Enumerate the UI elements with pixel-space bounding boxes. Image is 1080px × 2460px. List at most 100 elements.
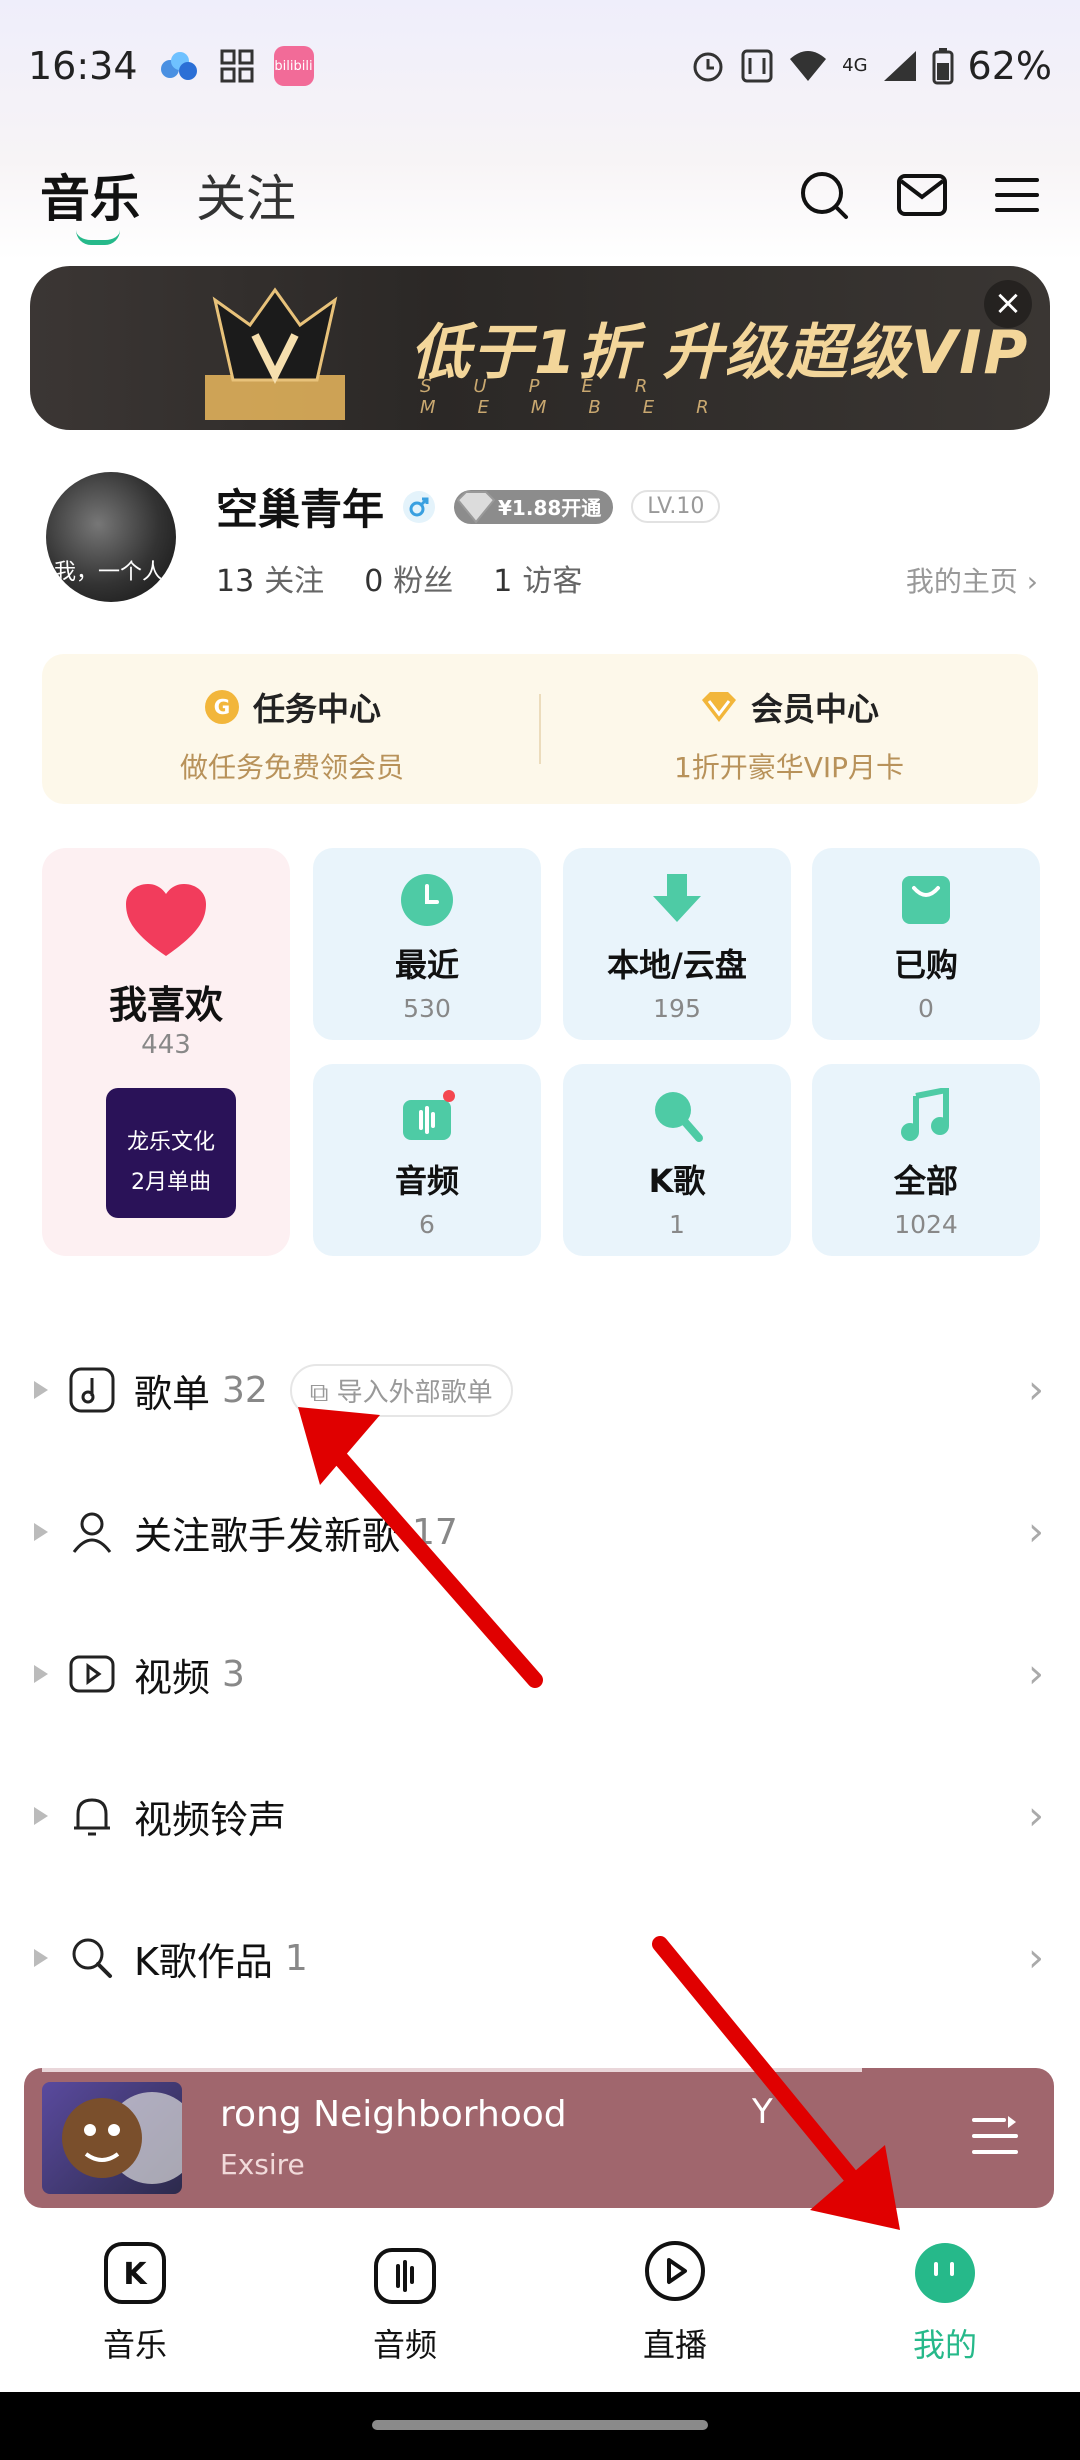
expand-triangle-icon[interactable] — [34, 1381, 48, 1399]
bottom-nav-audio[interactable]: 音频 — [270, 2232, 540, 2392]
grid-local-cloud[interactable]: 本地/云盘 195 — [563, 848, 791, 1040]
mini-player[interactable]: rong Neighborhood Exsire Y — [24, 2068, 1054, 2208]
favorites-title: 我喜欢 — [108, 983, 223, 1027]
avatar-caption: 我，一个人 — [54, 560, 165, 585]
banner-subtitle: SUPER MEMBER — [420, 376, 751, 418]
coin-icon: G — [204, 690, 239, 724]
svg-text:G: G — [214, 695, 230, 719]
playback-progress — [42, 2068, 862, 2072]
radio-icon — [403, 1090, 455, 1140]
bottom-nav-mine[interactable]: 我的 — [810, 2232, 1080, 2392]
task-center[interactable]: G 任务中心 做任务免费领会员 — [72, 684, 512, 786]
bell-icon — [74, 1798, 110, 1836]
search-icon[interactable] — [798, 169, 850, 221]
track-title: rong Neighborhood — [220, 2094, 567, 2135]
download-icon — [653, 874, 701, 922]
mine-face-icon — [915, 2243, 975, 2303]
member-center[interactable]: 会员中心 1折开豪华VIP月卡 — [569, 684, 1009, 786]
bottom-nav-music[interactable]: K 音乐 — [0, 2232, 270, 2392]
favorites-card[interactable]: 我喜欢 443 龙乐文化 2月单曲 — [42, 848, 290, 1256]
playlist-queue-icon[interactable] — [972, 2114, 1018, 2158]
svg-text:K: K — [123, 2257, 148, 2292]
grid-all[interactable]: 全部 1024 — [812, 1064, 1040, 1256]
clock-icon — [401, 874, 453, 926]
chevron-right-icon: › — [1028, 1793, 1044, 1839]
top-nav: 音乐 关注 — [40, 150, 1040, 245]
tab-follow[interactable]: 关注 — [196, 159, 296, 231]
expand-triangle-icon[interactable] — [34, 1665, 48, 1683]
expand-triangle-icon[interactable] — [34, 1807, 48, 1825]
list-item-video-ringtones[interactable]: 视频铃声 › — [34, 1776, 1044, 1856]
expand-triangle-icon[interactable] — [34, 1523, 48, 1541]
grid-karaoke[interactable]: K歌 1 — [563, 1064, 791, 1256]
grid-audio[interactable]: 音频 6 — [313, 1064, 541, 1256]
expand-triangle-icon[interactable] — [34, 1949, 48, 1967]
person-icon — [72, 1512, 112, 1553]
cloud-app-icon — [160, 52, 197, 80]
shopping-bag-icon — [902, 876, 950, 924]
playlist-icon — [69, 1367, 115, 1413]
import-playlist-button[interactable]: ⧉ 导入外部歌单 — [289, 1363, 513, 1417]
menu-icon[interactable] — [994, 175, 1040, 215]
chevron-right-icon: › — [1028, 1509, 1044, 1555]
track-artist: Exsire — [220, 2148, 305, 2181]
my-homepage-link[interactable]: 我的主页 › — [906, 560, 1038, 600]
diamond-icon — [456, 490, 496, 524]
list-item-karaoke-works[interactable]: K歌作品 1 › — [34, 1918, 1044, 1998]
status-time: 16:34 — [28, 44, 138, 88]
crown-icon — [205, 287, 345, 420]
profile-stats: 13 关注 0 粉丝 1 访客 — [216, 556, 582, 600]
music-note-icon — [901, 1086, 949, 1141]
video-icon — [69, 1655, 115, 1693]
diamond-icon — [701, 692, 736, 722]
network-type: 4G — [842, 55, 868, 76]
heart-icon — [126, 884, 206, 956]
bilibili-app-icon: bilibili — [273, 46, 314, 86]
nfc-icon — [741, 49, 773, 83]
music-k-icon: K — [104, 2242, 166, 2304]
album-art[interactable] — [42, 2082, 198, 2194]
bottom-nav-live[interactable]: 直播 — [540, 2232, 810, 2392]
list-item-playlists[interactable]: 歌单 32 ⧉ 导入外部歌单 › — [34, 1350, 1044, 1430]
mail-icon[interactable] — [896, 173, 948, 217]
microphone-icon — [655, 1092, 703, 1142]
banner-close-button[interactable]: × — [984, 280, 1032, 328]
list-item-videos[interactable]: 视频 3 › — [34, 1634, 1044, 1714]
profile-header: 空巢青年 ¥1.88开通 LV.10 — [216, 476, 721, 537]
visitors-stat[interactable]: 1 访客 — [493, 556, 582, 600]
chevron-right-icon: › — [1028, 1651, 1044, 1697]
chevron-right-icon: › — [1028, 1935, 1044, 1981]
vip-banner[interactable]: 低于1折 升级超级VIP SUPER MEMBER × — [30, 266, 1050, 430]
track-extra: Y — [752, 2092, 773, 2132]
home-indicator[interactable] — [372, 2420, 708, 2430]
bottom-nav: K 音乐 音频 直播 我的 — [0, 2232, 1080, 2392]
battery-level: 62% — [967, 44, 1052, 88]
following-stat[interactable]: 13 关注 — [216, 556, 324, 600]
favorites-count: 443 — [141, 1030, 191, 1060]
vip-open-badge[interactable]: ¥1.88开通 — [454, 489, 614, 524]
fans-stat[interactable]: 0 粉丝 — [364, 556, 453, 600]
audio-radio-icon — [374, 2248, 436, 2304]
male-gender-icon — [403, 490, 436, 523]
grid-purchased[interactable]: 已购 0 — [812, 848, 1040, 1040]
alarm-icon — [693, 52, 723, 82]
battery-icon — [932, 48, 954, 85]
favorites-promo[interactable]: 龙乐文化 2月单曲 — [106, 1088, 236, 1218]
wifi-icon — [790, 51, 827, 81]
grid-recent[interactable]: 最近 530 — [313, 848, 541, 1040]
system-nav-bar — [0, 2392, 1080, 2460]
user-name[interactable]: 空巢青年 — [216, 476, 384, 537]
level-badge: LV.10 — [631, 490, 721, 523]
divider — [539, 694, 541, 764]
live-play-icon — [645, 2241, 705, 2301]
chevron-right-icon: › — [1028, 1367, 1044, 1413]
grid-app-icon — [220, 49, 254, 83]
task-member-bar: G 任务中心 做任务免费领会员 会员中心 1折开豪华VIP月卡 — [42, 654, 1038, 804]
list-item-followed-artists[interactable]: 关注歌手发新歌 17 › — [34, 1492, 1044, 1572]
status-bar: 16:34 bilibili 4G 62% — [28, 40, 1052, 92]
signal-icon — [883, 51, 916, 81]
tab-music[interactable]: 音乐 — [40, 159, 140, 245]
album-cover-image — [62, 2092, 198, 2184]
avatar[interactable]: 我，一个人 — [46, 472, 176, 602]
microphone-icon — [72, 1938, 112, 1978]
